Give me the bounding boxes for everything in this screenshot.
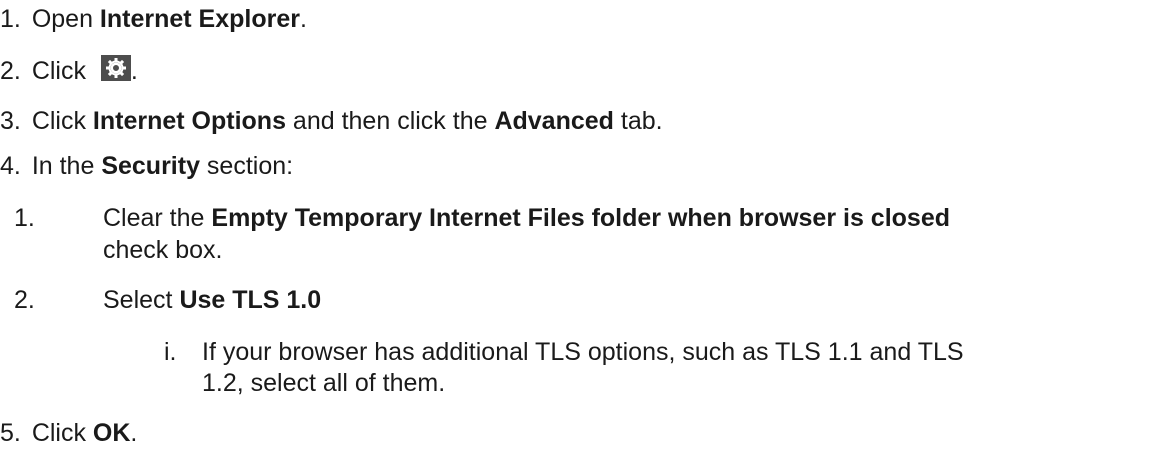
step-number: 4. — [0, 152, 21, 180]
substep-2-number: 2. — [14, 286, 35, 314]
step-text: Click — [31, 107, 93, 135]
step-number: 5. — [0, 419, 21, 447]
step-text: Click — [31, 57, 93, 85]
step-text-end: tab. — [613, 107, 663, 135]
step-text: Click — [31, 419, 93, 447]
step-text-end: . — [130, 57, 138, 85]
step-4: 4. In the Security section: — [0, 151, 293, 181]
tab-name: Advanced — [494, 107, 614, 135]
step-3: 3. Click Internet Options and then click… — [0, 106, 663, 136]
step-2: 2. Click . — [0, 55, 138, 86]
section-name: Security — [101, 152, 200, 180]
substep-text: Select — [103, 286, 180, 314]
step-text-mid: and then click the — [285, 107, 495, 135]
step-number: 2. — [0, 57, 21, 85]
step-text-end: . — [299, 5, 307, 33]
instructions-page: { "steps": [ {"num": "1.", "pre": "Open … — [0, 0, 1171, 460]
substep-text: Clear the — [103, 204, 212, 232]
step-text: In the — [31, 152, 102, 180]
substep-1-number: 1. — [14, 204, 35, 232]
checkbox-name: Empty Temporary Internet Files folder wh… — [211, 204, 951, 232]
button-name: OK — [92, 419, 131, 447]
step-5: 5. Click OK. — [0, 418, 137, 448]
subsub-number: i. — [164, 338, 177, 366]
step-text-end: . — [130, 419, 138, 447]
gear-icon — [100, 55, 131, 81]
option-name: Use TLS 1.0 — [179, 286, 322, 314]
substep-1-continuation: check box. — [103, 236, 223, 264]
substep-2: Select Use TLS 1.0 — [103, 285, 321, 315]
app-name: Internet Explorer — [99, 5, 300, 33]
menu-item-name: Internet Options — [92, 107, 286, 135]
step-number: 3. — [0, 107, 21, 135]
step-1: 1. Open Internet Explorer. — [0, 4, 307, 34]
subsub-line-1: If your browser has additional TLS optio… — [202, 338, 964, 366]
substep-1: Clear the Empty Temporary Internet Files… — [103, 203, 950, 233]
step-text-end: section: — [199, 152, 294, 180]
step-number: 1. — [0, 5, 21, 33]
step-text: Open — [31, 5, 100, 33]
subsub-line-2: 1.2, select all of them. — [202, 369, 446, 397]
